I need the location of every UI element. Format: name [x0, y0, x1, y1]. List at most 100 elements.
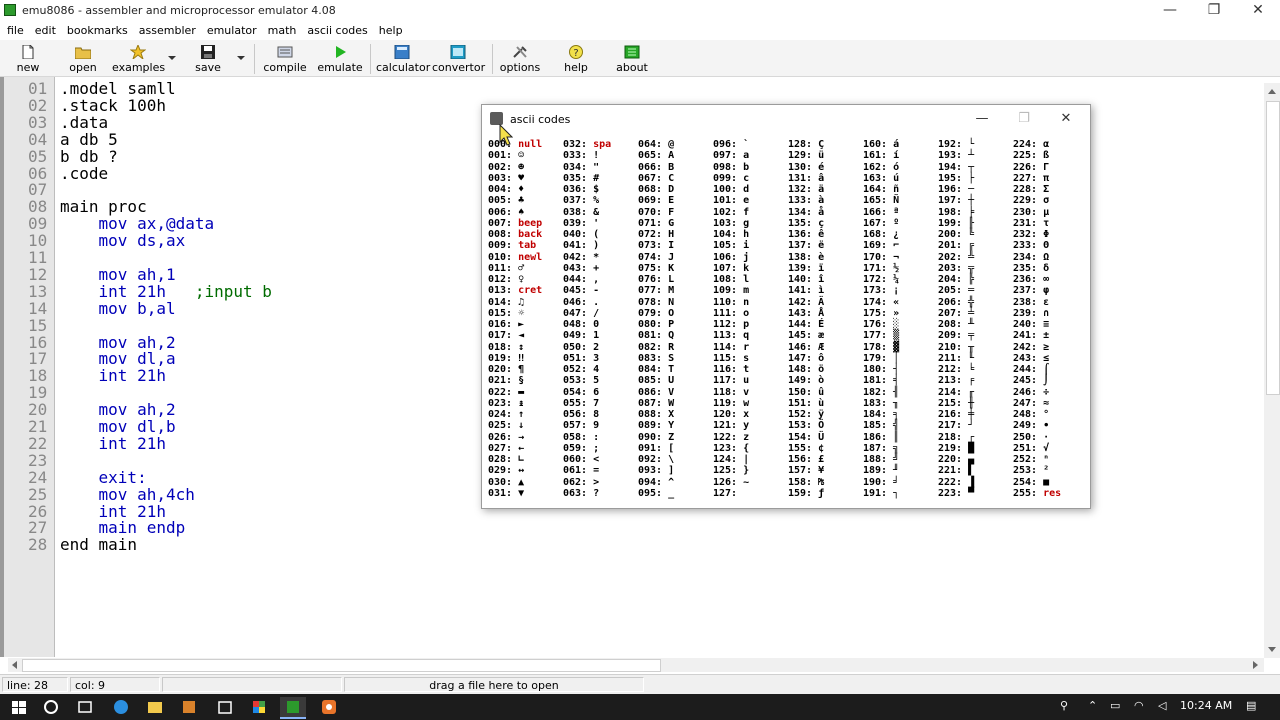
ascii-cell: 220: ▄ — [938, 454, 975, 465]
tray-chevron-icon[interactable]: ⌃ — [1088, 699, 1097, 712]
horizontal-scroll-thumb[interactable] — [22, 659, 661, 672]
ascii-maximize-button: ❐ — [1018, 111, 1030, 126]
ascii-cell: 226: Γ — [1013, 161, 1050, 173]
windows-start-icon[interactable] — [6, 697, 32, 717]
ascii-cell: 061: = — [563, 465, 600, 477]
ascii-cell: 078: N — [638, 296, 675, 308]
ascii-cell: 131: â — [788, 172, 825, 184]
emulate-button[interactable]: emulate — [316, 42, 364, 74]
code-line[interactable]: int 21h — [60, 434, 166, 453]
ascii-cell: 041:) — [563, 240, 600, 252]
ascii-column: 064: @065: A 066: B 067: C 068: D 069: E 070: F 071: G… — [638, 139, 713, 499]
menu-ascii-codes[interactable]: ascii codes — [307, 22, 367, 40]
menu-file[interactable]: file — [7, 22, 24, 40]
ascii-cell: 154: Ü — [788, 431, 825, 443]
scroll-down-icon[interactable] — [1268, 647, 1276, 652]
people-icon[interactable]: ⚲ — [1060, 699, 1068, 712]
ascii-cell: 016: ► — [488, 319, 525, 330]
open-button[interactable]: open — [62, 42, 104, 74]
options-button[interactable]: options — [498, 42, 542, 74]
volume-icon[interactable]: ◁ — [1158, 699, 1166, 712]
scroll-right-icon[interactable] — [1253, 661, 1258, 669]
ascii-cell: 059:; — [563, 442, 600, 454]
app-icon-recorder[interactable] — [316, 697, 342, 717]
ascii-cell: 003: ♥ — [488, 172, 525, 184]
file-explorer-icon[interactable] — [142, 697, 168, 717]
ascii-cell: 135: ç — [788, 217, 825, 229]
horizontal-scrollbar[interactable] — [8, 658, 1264, 672]
maximize-button[interactable]: ❐ — [1192, 0, 1236, 22]
ascii-close-button[interactable]: ✕ — [1048, 109, 1084, 129]
ascii-cell: 147: ô — [788, 352, 825, 364]
menu-bookmarks[interactable]: bookmarks — [67, 22, 128, 40]
ascii-cell: 196: ─ — [938, 184, 975, 195]
menu-math[interactable]: math — [268, 22, 297, 40]
battery-icon[interactable]: ▭ — [1110, 699, 1120, 712]
edge-browser-icon[interactable] — [108, 697, 134, 717]
svg-text:?: ? — [573, 48, 578, 59]
notifications-icon[interactable]: ▤ — [1246, 699, 1256, 712]
ascii-cell: 084: T — [638, 364, 675, 375]
minimize-button[interactable]: — — [1148, 0, 1192, 22]
close-button[interactable]: ✕ — [1236, 0, 1280, 22]
menu-edit[interactable]: edit — [35, 22, 56, 40]
ascii-cell: 145: æ — [788, 330, 825, 342]
code-comment: ;input b — [165, 281, 272, 301]
ascii-cell: 139: ï — [788, 262, 825, 274]
clock[interactable]: 10:24 AM — [1180, 699, 1232, 712]
ascii-cell: 106: j — [713, 251, 750, 263]
app-icon-multicolor[interactable] — [246, 697, 272, 717]
ascii-cell: 042: * — [563, 251, 600, 263]
ascii-cell: 050: 2 — [563, 341, 600, 353]
app-icon-orange[interactable] — [176, 697, 202, 717]
ascii-cell: 210: ╥ — [938, 341, 975, 353]
task-view-icon[interactable] — [72, 697, 98, 717]
wifi-icon[interactable]: ◠ — [1134, 699, 1144, 712]
ascii-codes-window[interactable]: ascii codes — ❐ ✕ 000: null 001: ☺ 002: ☻ 003:… — [481, 104, 1091, 509]
new-button[interactable]: new — [8, 42, 48, 74]
scroll-left-icon[interactable] — [12, 661, 17, 669]
ascii-cell: 179: │ — [863, 352, 900, 364]
ascii-cell: 221: ▌ — [938, 465, 975, 477]
ascii-cell: 249: ∙ — [1013, 420, 1050, 432]
ascii-cell: 253: ² — [1013, 465, 1050, 477]
search-icon[interactable] — [38, 697, 64, 717]
code-line[interactable]: end main — [60, 535, 137, 554]
ascii-cell: 187: ╗ — [863, 442, 900, 454]
examples-dropdown-arrow-icon[interactable] — [168, 56, 176, 60]
ascii-cell: 231: τ — [1013, 217, 1050, 229]
vertical-scroll-thumb[interactable] — [1266, 101, 1280, 395]
convertor-button[interactable]: convertor — [432, 42, 485, 74]
store-icon[interactable] — [212, 697, 238, 717]
help-button[interactable]: ? help — [556, 42, 596, 74]
menu-help[interactable]: help — [379, 22, 403, 40]
ascii-minimize-button[interactable]: — — [964, 109, 1000, 129]
code-line[interactable]: mov ds,ax — [60, 231, 186, 250]
about-button[interactable]: about — [610, 42, 654, 74]
ascii-cell: 245: ⌡ — [1013, 375, 1050, 387]
vertical-scrollbar[interactable] — [1264, 83, 1280, 658]
ascii-cell: 095: _ — [638, 487, 675, 499]
compile-button[interactable]: compile — [262, 42, 308, 74]
menu-emulator[interactable]: emulator — [207, 22, 257, 40]
ascii-cell: 035: # — [563, 172, 600, 184]
ascii-cell: 126: ~ — [713, 476, 750, 488]
ascii-cell: 239: ∩ — [1013, 307, 1050, 319]
ascii-cell: 205: ═ — [938, 285, 975, 297]
save-button[interactable]: save — [188, 42, 228, 74]
scroll-up-icon[interactable] — [1268, 89, 1276, 94]
code-line[interactable]: .code — [60, 164, 108, 183]
calculator-button[interactable]: calculator — [376, 42, 430, 74]
save-dropdown-arrow-icon[interactable] — [237, 56, 245, 60]
menu-assembler[interactable]: assembler — [139, 22, 196, 40]
ascii-window-title-bar[interactable]: ascii codes — ❐ ✕ — [482, 105, 1090, 133]
code-line[interactable]: int 21h — [60, 366, 166, 385]
ascii-cell: 238: ε — [1013, 296, 1050, 308]
ascii-cell: 088: X — [638, 409, 675, 420]
emu8086-taskbar-button[interactable] — [280, 697, 306, 719]
examples-button[interactable]: examples — [112, 42, 165, 74]
code-line[interactable]: mov b,al — [60, 299, 176, 318]
ascii-cell: 086: V — [638, 386, 675, 398]
ascii-cell: 011: ♂ — [488, 262, 525, 274]
ascii-cell: 153: Ö — [788, 420, 825, 432]
